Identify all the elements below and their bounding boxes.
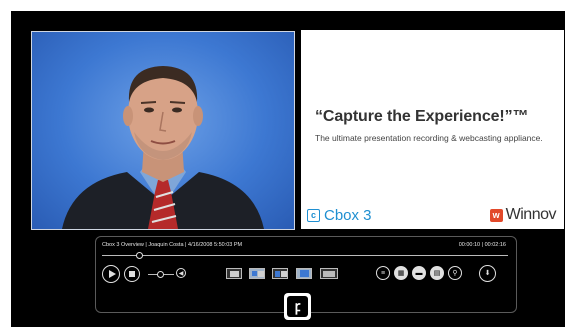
layout-side-by-side-button[interactable]	[272, 268, 288, 279]
thumbnails-button[interactable]: ▦	[394, 266, 408, 280]
presentation-slide: “Capture the Experience!”™ The ultimate …	[301, 30, 564, 229]
winnov-logo: w Winnov	[489, 206, 557, 224]
layout-slide-only-icon	[230, 271, 239, 277]
presenter-image	[62, 66, 264, 229]
mute-button[interactable]: ◀	[176, 268, 186, 278]
layout-video-thumb-icon	[252, 271, 257, 276]
play-button[interactable]	[102, 265, 120, 283]
index-button[interactable]: ≡	[376, 266, 390, 280]
search-button[interactable]: ⚲	[448, 266, 462, 280]
winnov-badge-icon: ꝼ	[287, 296, 308, 317]
layout-side-slide-icon	[281, 271, 287, 277]
layout-slide-large-button[interactable]	[320, 268, 338, 279]
speaker-icon: ◀	[178, 270, 184, 277]
stop-button[interactable]	[124, 266, 140, 282]
grid-icon: ▦	[397, 269, 405, 277]
layout-slide-thumb-icon	[258, 271, 264, 277]
winnov-logo-text: Winnov	[505, 206, 557, 223]
cbox-logo-mark: c	[307, 208, 320, 222]
cbox-logo: c Cbox 3	[307, 206, 372, 224]
layout-slide-only-button[interactable]	[226, 268, 242, 279]
slide-subtitle: The ultimate presentation recording & we…	[315, 133, 543, 143]
play-icon	[108, 270, 116, 278]
player-stage: “Capture the Experience!”™ The ultimate …	[11, 11, 565, 327]
presenter-video[interactable]	[31, 31, 295, 230]
layout-slide-large-icon	[323, 271, 335, 277]
download-button[interactable]: ⬇	[479, 265, 496, 282]
layout-video-slide-button[interactable]	[249, 268, 265, 279]
notes-button[interactable]: ▤	[430, 266, 444, 280]
stop-icon	[129, 271, 135, 277]
document-icon: ▤	[433, 269, 441, 277]
layout-video-only-button[interactable]	[296, 268, 312, 279]
search-icon: ⚲	[452, 269, 458, 277]
layout-side-video-icon	[275, 271, 280, 277]
winnov-logo-mark: w	[489, 208, 503, 222]
index-icon: ≡	[380, 269, 386, 277]
time-display: 00:00:10 | 00:02:16	[458, 242, 506, 248]
captions-button[interactable]: ▬	[412, 266, 426, 280]
seek-handle[interactable]	[135, 252, 143, 259]
winnov-badge-logo[interactable]: ꝼ	[284, 293, 311, 320]
volume-handle[interactable]	[156, 271, 164, 278]
presentation-info: Cbox 3 Overview | Joaquin Costa | 4/16/2…	[102, 242, 243, 248]
slide-title: “Capture the Experience!”™	[315, 108, 529, 125]
captions-icon: ▬	[415, 269, 423, 277]
download-icon: ⬇	[484, 270, 491, 277]
cbox-logo-text: Cbox 3	[324, 206, 372, 224]
layout-video-only-icon	[300, 270, 309, 277]
seek-bar[interactable]	[102, 255, 508, 256]
